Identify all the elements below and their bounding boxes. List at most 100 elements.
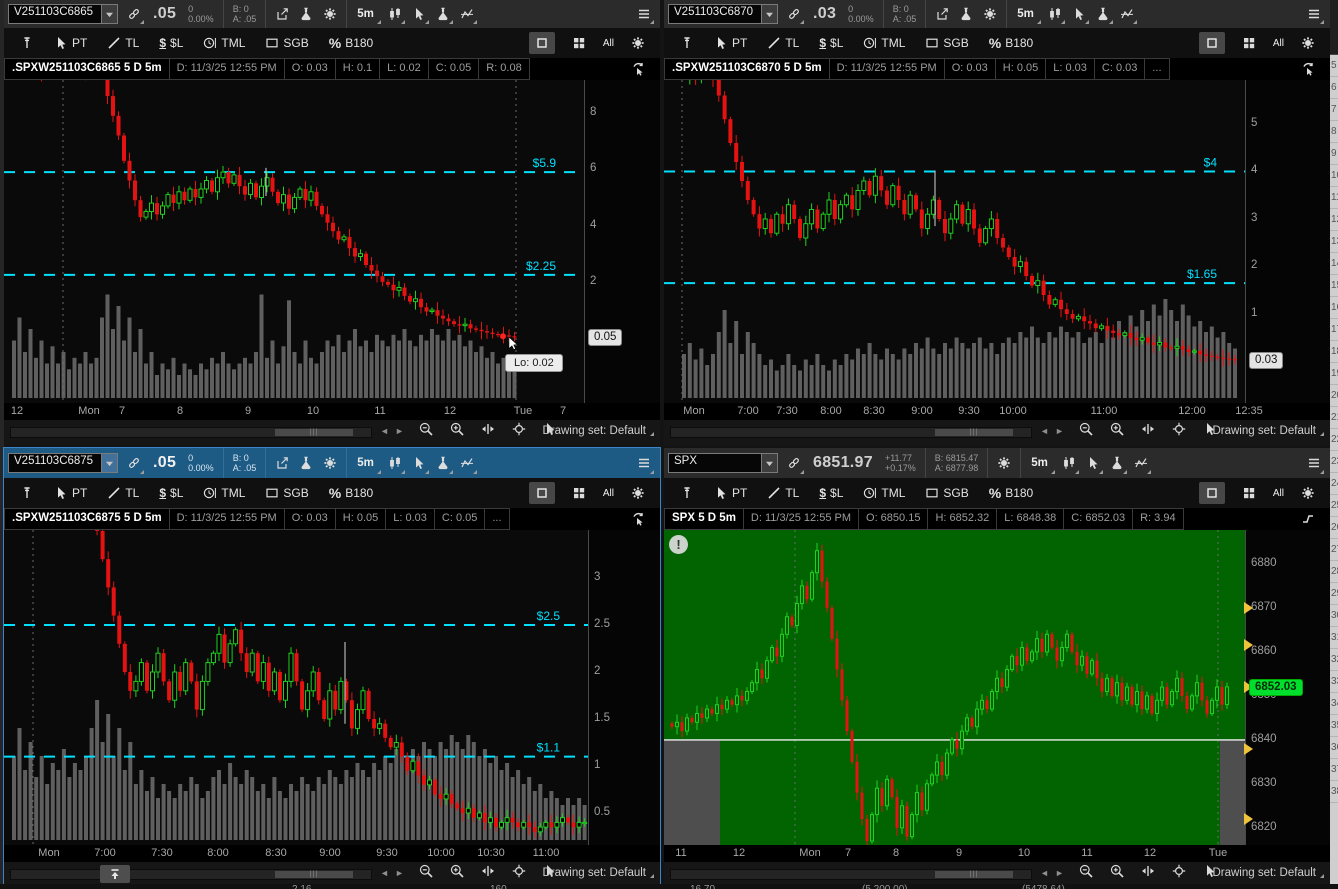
draw-tool-sgb[interactable]: SGB: [915, 478, 978, 508]
bar-width-icon[interactable]: [476, 864, 500, 878]
draw-tool-b180[interactable]: %B180: [979, 478, 1043, 508]
gear-icon[interactable]: [318, 448, 342, 478]
grid-icon[interactable]: [567, 36, 591, 50]
horizontal-scrollbar[interactable]: |||: [670, 869, 1032, 880]
draw-tool-b180[interactable]: %B180: [319, 478, 383, 508]
menu-icon[interactable]: [632, 0, 656, 28]
draw-tool-tml[interactable]: TML: [853, 478, 915, 508]
zoom-out-icon[interactable]: [1074, 422, 1098, 436]
studies-icon[interactable]: [455, 448, 479, 478]
zoom-in-icon[interactable]: [1105, 864, 1129, 878]
zoom-out-icon[interactable]: [1074, 864, 1098, 878]
symbol-input[interactable]: V251103C6875: [8, 453, 118, 473]
link-icon[interactable]: [782, 448, 806, 478]
draw-tool-$l[interactable]: $$L: [809, 478, 853, 508]
draw-tool-tl[interactable]: TL: [97, 478, 149, 508]
price-axis[interactable]: 68806870686068506840683068206852.03: [1245, 530, 1330, 845]
cursor-icon[interactable]: [407, 0, 431, 28]
draw-tool-pt[interactable]: PT: [44, 28, 97, 58]
alert-arrow-icon[interactable]: [1244, 813, 1253, 825]
link-icon[interactable]: [122, 448, 146, 478]
draw-tool-tml[interactable]: TML: [853, 28, 915, 58]
horizontal-scrollbar[interactable]: |||: [10, 427, 372, 438]
zoom-in-icon[interactable]: [445, 864, 469, 878]
crosshair-icon[interactable]: [507, 422, 531, 436]
candle-chart-icon[interactable]: [383, 0, 407, 28]
scroll-right-arrow[interactable]: ►: [1055, 868, 1064, 878]
scroll-left-arrow[interactable]: ◄: [380, 426, 389, 436]
draw-tool-b180[interactable]: %B180: [979, 28, 1043, 58]
price-chart[interactable]: $2.5$1.132.521.510.5: [4, 530, 660, 845]
drawing-set-selector[interactable]: Drawing set: Default: [1212, 425, 1324, 437]
grid-icon[interactable]: [1237, 486, 1261, 500]
timeframe-button[interactable]: 5m: [351, 448, 383, 478]
crosshair-icon[interactable]: [1167, 422, 1191, 436]
scrollbar-thumb[interactable]: |||: [935, 871, 1013, 878]
bar-width-icon[interactable]: [1136, 422, 1160, 436]
draw-tool-pt[interactable]: PT: [44, 478, 97, 508]
all-button[interactable]: All: [603, 488, 614, 499]
candle-chart-icon[interactable]: [1057, 448, 1081, 478]
drawing-set-selector[interactable]: Drawing set: Default: [542, 425, 654, 437]
draw-tool-sgb[interactable]: SGB: [915, 28, 978, 58]
draw-tool-tml[interactable]: TML: [193, 478, 255, 508]
gear-icon[interactable]: [626, 486, 650, 500]
studies-icon[interactable]: [1129, 448, 1153, 478]
bar-width-icon[interactable]: [1136, 864, 1160, 878]
symbol-dropdown-button[interactable]: [101, 454, 117, 472]
draw-tool-$l[interactable]: $$L: [149, 28, 193, 58]
cursor-icon[interactable]: [407, 448, 431, 478]
gear-icon[interactable]: [978, 0, 1002, 28]
zoom-out-icon[interactable]: [414, 422, 438, 436]
warning-icon[interactable]: !: [669, 535, 688, 554]
draw-tool-$l[interactable]: $$L: [809, 28, 853, 58]
menu-icon[interactable]: [1302, 0, 1326, 28]
zoom-out-icon[interactable]: [414, 864, 438, 878]
price-axis[interactable]: 32.521.510.5: [588, 530, 660, 845]
scroll-right-arrow[interactable]: ►: [395, 426, 404, 436]
scroll-left-arrow[interactable]: ◄: [1040, 868, 1049, 878]
step-line-icon[interactable]: [1296, 508, 1320, 530]
draw-tool-sgb[interactable]: SGB: [255, 478, 318, 508]
share-icon[interactable]: [270, 448, 294, 478]
symbol-dropdown-button[interactable]: [101, 5, 117, 23]
crosshair-icon[interactable]: [507, 864, 531, 878]
draw-tool-pt[interactable]: PT: [704, 28, 757, 58]
flask-icon[interactable]: [431, 448, 455, 478]
price-chart[interactable]: 68806870686068506840683068206852.03 !: [664, 530, 1330, 845]
candle-chart-icon[interactable]: [1043, 0, 1067, 28]
maximize-icon[interactable]: [529, 32, 555, 54]
flask-icon[interactable]: [294, 448, 318, 478]
price-axis[interactable]: 543210.03: [1245, 80, 1330, 403]
zoom-in-icon[interactable]: [445, 422, 469, 436]
pin-icon[interactable]: [10, 478, 44, 508]
chart-cursor-icon[interactable]: [626, 58, 650, 80]
zoom-in-icon[interactable]: [1105, 422, 1129, 436]
symbol-input[interactable]: V251103C6870: [668, 4, 778, 24]
menu-icon[interactable]: [632, 448, 656, 478]
pin-icon[interactable]: [10, 28, 44, 58]
chart-cursor-icon[interactable]: [626, 508, 650, 530]
scrollbar-thumb[interactable]: |||: [275, 871, 353, 878]
gear-icon[interactable]: [1296, 36, 1320, 50]
drawing-set-selector[interactable]: Drawing set: Default: [1212, 867, 1324, 879]
gear-icon[interactable]: [1296, 486, 1320, 500]
draw-tool-tl[interactable]: TL: [97, 28, 149, 58]
horizontal-scrollbar[interactable]: |||: [10, 869, 372, 880]
flask-icon[interactable]: [431, 0, 455, 28]
scrollbar-thumb[interactable]: |||: [275, 429, 353, 436]
all-button[interactable]: All: [1273, 38, 1284, 49]
alert-arrow-icon[interactable]: [1244, 602, 1253, 614]
draw-tool-pt[interactable]: PT: [704, 478, 757, 508]
symbol-input[interactable]: SPX: [668, 453, 778, 473]
price-chart[interactable]: $4$1.65543210.03: [664, 80, 1330, 403]
bar-width-icon[interactable]: [476, 422, 500, 436]
crosshair-icon[interactable]: [1167, 864, 1191, 878]
draw-tool-tml[interactable]: TML: [193, 28, 255, 58]
alert-arrow-icon[interactable]: [1244, 743, 1253, 755]
scrollbar-thumb[interactable]: |||: [935, 429, 1013, 436]
price-chart[interactable]: $5.9$2.2586420.05 Lo: 0.02: [4, 80, 660, 403]
all-button[interactable]: All: [603, 38, 614, 49]
flask-icon[interactable]: [1105, 448, 1129, 478]
share-icon[interactable]: [930, 0, 954, 28]
